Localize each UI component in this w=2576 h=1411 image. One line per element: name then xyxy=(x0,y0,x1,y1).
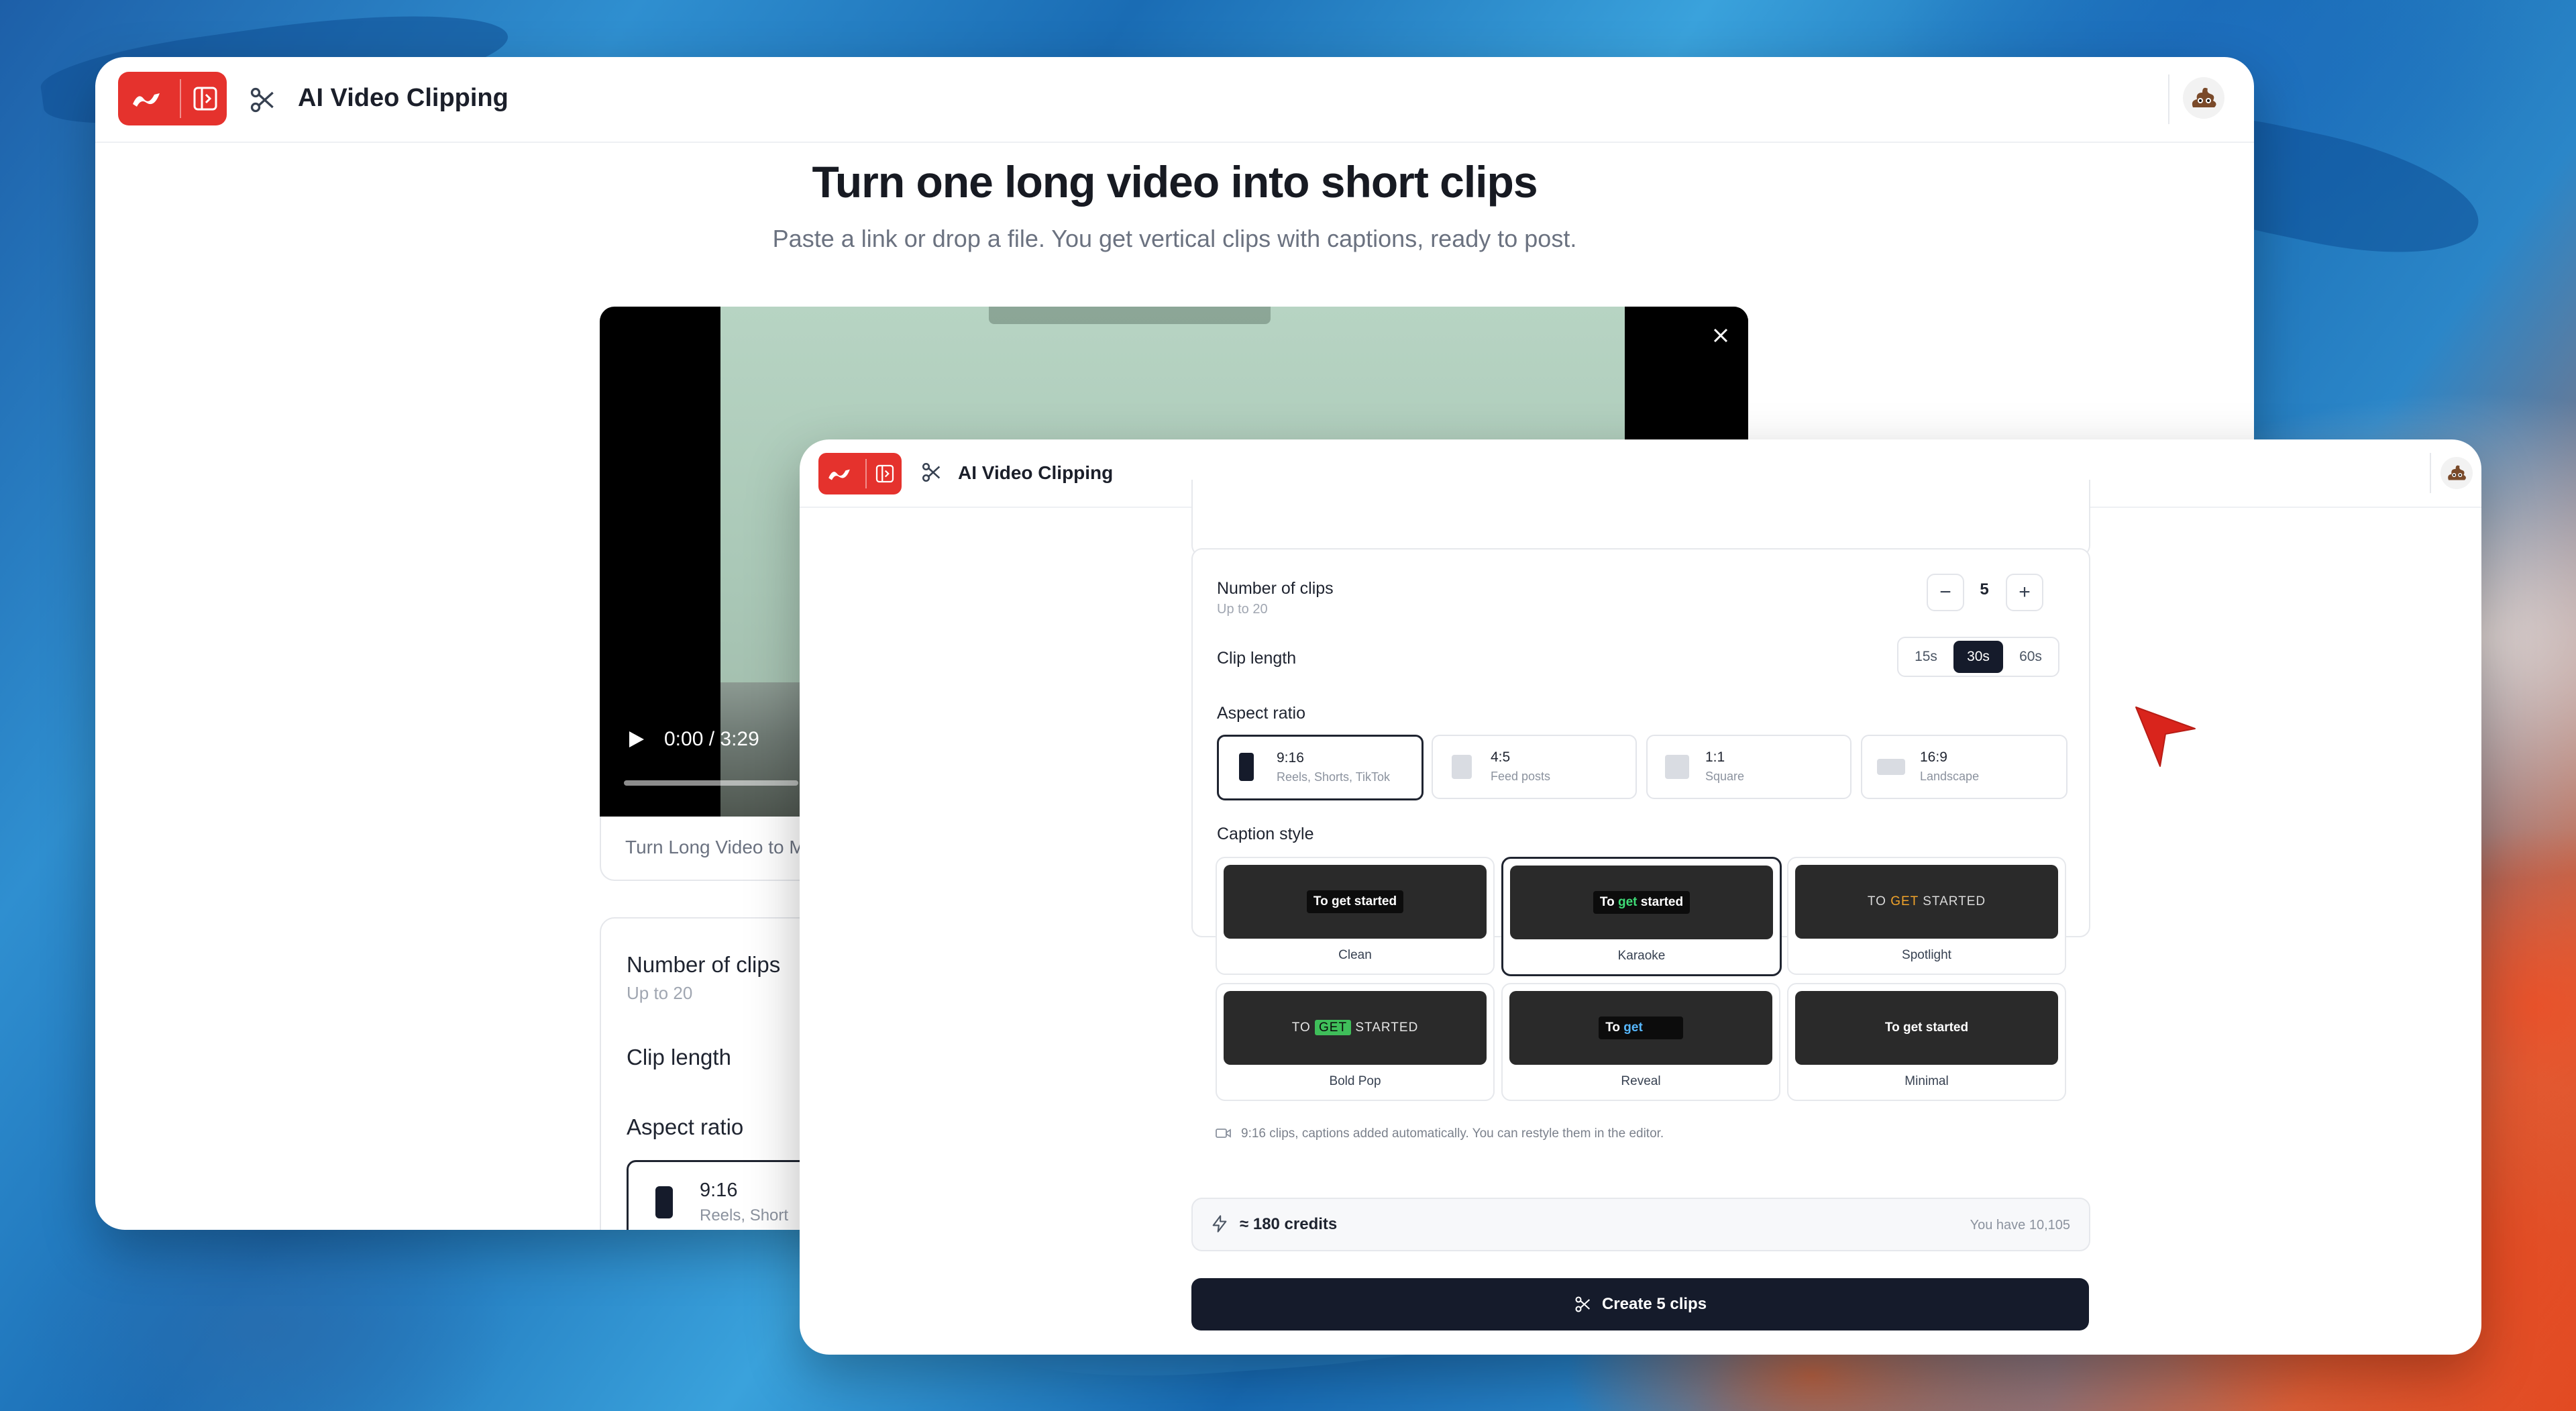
cursor-pointer-icon xyxy=(2135,707,2196,767)
back-clips-label: Number of clips xyxy=(627,952,781,977)
caption-style-spotlight[interactable]: TO GET STARTED Spotlight xyxy=(1787,857,2066,975)
lightning-icon xyxy=(1212,1215,1227,1233)
credits-cost: ≈ 180 credits xyxy=(1240,1215,1338,1233)
length-option-60s[interactable]: 60s xyxy=(2006,641,2055,673)
scissors-icon xyxy=(250,87,274,113)
clips-count[interactable]: 5 xyxy=(1971,580,1998,599)
caption-note: 9:16 clips, captions added automatically… xyxy=(1241,1127,1664,1141)
avatar-poop-icon xyxy=(2448,465,2466,480)
aspect-label: Aspect ratio xyxy=(1217,704,1306,723)
app-title: AI Video Clipping xyxy=(958,462,1114,483)
back-clips-hint: Up to 20 xyxy=(627,983,693,1003)
caption-preview: TO GET STARTED xyxy=(1795,865,2058,939)
back-length-label: Clip length xyxy=(627,1045,731,1069)
aspect-option-1-1[interactable]: 1:1 Square xyxy=(1646,735,1851,799)
aspect-desc: Feed posts xyxy=(1491,770,1551,783)
caption-style-minimal[interactable]: To get started Minimal xyxy=(1787,983,2066,1101)
wide-shape-icon xyxy=(1877,759,1905,775)
aspect-option-9-16[interactable]: 9:16 Reels, Shorts, TikTok xyxy=(1217,735,1424,800)
aspect-value: 1:1 xyxy=(1705,749,1725,765)
close-video-icon[interactable] xyxy=(1711,325,1731,346)
square-shape-icon xyxy=(1665,755,1689,779)
video-time: 0:00 / 3:29 xyxy=(664,728,759,750)
avatar[interactable] xyxy=(2440,457,2473,489)
video-progress-bar[interactable] xyxy=(624,780,798,786)
previous-card-edge xyxy=(1191,480,2090,556)
aspect-value: 16:9 xyxy=(1920,749,1947,765)
caption-style-name: Karaoke xyxy=(1617,949,1666,963)
caption-style-name: Clean xyxy=(1338,948,1372,962)
caption-style-name: Minimal xyxy=(1904,1074,1949,1088)
back-ratio-label: Aspect ratio xyxy=(627,1114,744,1139)
aspect-desc: Reels, Shorts, TikTok xyxy=(1277,770,1391,784)
portrait-shape-icon xyxy=(1239,753,1254,781)
caption-preview: To get started xyxy=(1795,991,2058,1065)
caption-preview: To get xyxy=(1509,991,1772,1065)
length-label: Clip length xyxy=(1217,649,1297,668)
aspect-desc: Square xyxy=(1705,770,1745,783)
top-bar: AI Video Clipping xyxy=(95,57,2254,143)
avatar-poop-icon xyxy=(2192,87,2216,107)
length-option-30s[interactable]: 30s xyxy=(1953,641,2003,673)
aspect-value: 9:16 xyxy=(1277,750,1304,766)
topbar-separator xyxy=(2168,74,2169,124)
clips-hint: Up to 20 xyxy=(1217,602,1268,617)
app-title: AI Video Clipping xyxy=(298,84,508,112)
caption-preview: TO GET STARTED xyxy=(1224,991,1487,1065)
topbar-separator xyxy=(2430,453,2431,493)
aspect-desc: Landscape xyxy=(1920,770,1980,783)
aspect-option-4-5[interactable]: 4:5 Feed posts xyxy=(1432,735,1637,799)
decrement-clips-button[interactable]: − xyxy=(1927,574,1964,611)
caption-style-label: Caption style xyxy=(1217,825,1314,843)
length-option-15s[interactable]: 15s xyxy=(1901,641,1951,673)
caption-style-name: Spotlight xyxy=(1902,948,1951,962)
back-ratio-value: 9:16 xyxy=(700,1180,738,1201)
caption-style-clean[interactable]: To get started Clean xyxy=(1216,857,1495,975)
front-window: AI Video Clipping Number of clips Up to … xyxy=(800,439,2481,1355)
clips-label: Number of clips xyxy=(1217,579,1334,598)
caption-style-name: Bold Pop xyxy=(1329,1074,1381,1088)
increment-clips-button[interactable]: + xyxy=(2006,574,2043,611)
play-icon[interactable] xyxy=(627,729,645,749)
caption-style-bold-pop[interactable]: TO GET STARTED Bold Pop xyxy=(1216,983,1495,1101)
sidebar-toggle-icon[interactable] xyxy=(875,464,895,484)
hero-title: Turn one long video into short clips xyxy=(812,157,1538,207)
video-logo-text xyxy=(989,307,1271,324)
brand-logo-group[interactable] xyxy=(118,72,227,125)
aspect-option-16-9[interactable]: 16:9 Landscape xyxy=(1861,735,2068,799)
sidebar-toggle-icon[interactable] xyxy=(192,85,219,112)
caption-preview: To get started xyxy=(1224,865,1487,939)
avatar[interactable] xyxy=(2183,77,2224,119)
hero-subtitle: Paste a link or drop a file. You get ver… xyxy=(772,225,1577,252)
portrait-shape-icon xyxy=(655,1186,673,1218)
aspect-value: 4:5 xyxy=(1491,749,1511,765)
clip-length-selector: 15s 30s 60s xyxy=(1897,637,2059,677)
brand-logo-icon xyxy=(133,93,160,107)
video-camera-icon xyxy=(1216,1129,1231,1138)
tall-shape-icon xyxy=(1452,755,1472,779)
brand-logo-group[interactable] xyxy=(818,453,902,494)
brand-logo-icon xyxy=(828,469,850,480)
video-controls: 0:00 / 3:29 xyxy=(627,728,759,751)
video-caption: Turn Long Video to M xyxy=(625,837,805,857)
caption-preview: To get started xyxy=(1510,866,1773,939)
create-clips-label: Create 5 clips xyxy=(1601,1295,1707,1313)
caption-style-karaoke[interactable]: To get started Karaoke xyxy=(1501,857,1782,976)
credits-balance: You have 10,105 xyxy=(1970,1218,2070,1233)
back-ratio-desc: Reels, Short xyxy=(700,1206,789,1224)
caption-style-reveal[interactable]: To get Reveal xyxy=(1501,983,1780,1101)
credits-bar: ≈ 180 credits You have 10,105 xyxy=(1191,1198,2090,1251)
scissors-icon xyxy=(922,462,941,482)
create-clips-button[interactable]: Create 5 clips xyxy=(1191,1278,2089,1330)
caption-style-name: Reveal xyxy=(1621,1074,1661,1088)
scissors-icon xyxy=(1575,1296,1590,1312)
